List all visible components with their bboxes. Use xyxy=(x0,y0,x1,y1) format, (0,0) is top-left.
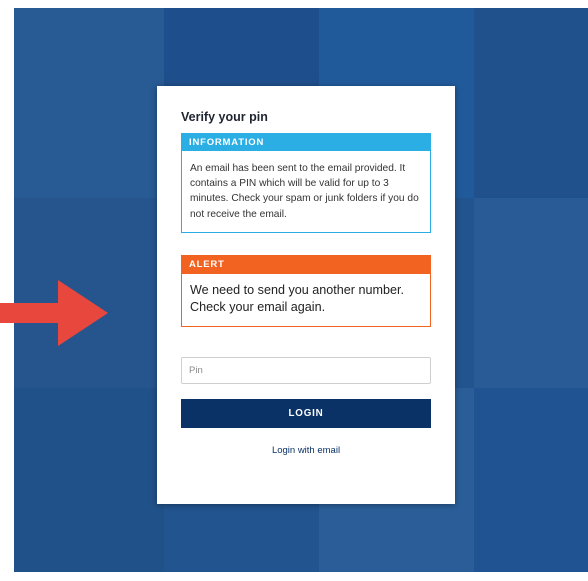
verify-pin-card: Verify your pin INFORMATION An email has… xyxy=(157,86,455,504)
alert-text: We need to send you another number. Chec… xyxy=(190,282,405,315)
information-heading: INFORMATION xyxy=(182,134,430,151)
information-panel: INFORMATION An email has been sent to th… xyxy=(181,133,431,233)
alert-heading: ALERT xyxy=(182,255,430,274)
arrow-right-icon xyxy=(0,280,108,346)
alert-panel: ALERT We need to send you another number… xyxy=(181,254,431,327)
login-button[interactable]: LOGIN xyxy=(181,398,431,428)
login-with-email-link[interactable]: Login with email xyxy=(181,445,431,456)
pin-input[interactable] xyxy=(181,356,431,384)
page-title: Verify your pin xyxy=(181,110,268,124)
information-text: An email has been sent to the email prov… xyxy=(190,163,419,220)
